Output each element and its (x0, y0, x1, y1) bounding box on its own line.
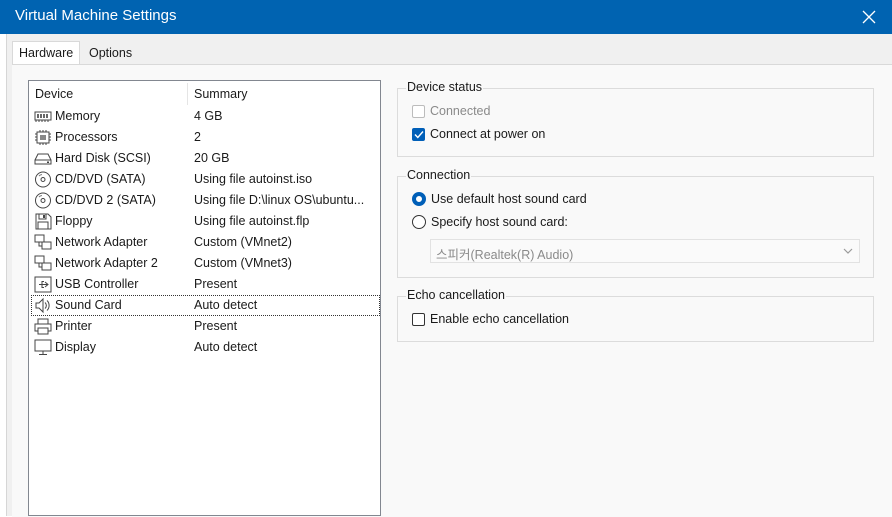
device-row-network-adapter-2[interactable]: Network Adapter 2 Custom (VMnet3) (31, 253, 380, 274)
tab-options-label: Options (89, 46, 133, 60)
hard-disk-icon (34, 153, 52, 165)
device-row-display[interactable]: Display Auto detect (31, 337, 380, 358)
echo-cancellation-title: Echo cancellation (406, 288, 506, 302)
connect-at-power-on-label: Connect at power on (430, 127, 546, 141)
close-button[interactable] (846, 0, 892, 34)
device-row-memory[interactable]: Memory 4 GB (31, 106, 380, 127)
use-default-radio[interactable] (412, 192, 426, 206)
device-name: Memory (55, 109, 101, 123)
device-name: Network Adapter (55, 235, 148, 249)
device-list-header: Device Summary (29, 81, 380, 107)
vm-settings-window: Virtual Machine Settings Hardware Option… (0, 0, 892, 517)
device-name: Printer (55, 319, 92, 333)
device-summary: Custom (VMnet3) (194, 256, 292, 270)
tab-hardware-label: Hardware (19, 46, 74, 60)
device-name: CD/DVD (SATA) (55, 172, 146, 186)
device-name: CD/DVD 2 (SATA) (55, 193, 156, 207)
connected-label: Connected (430, 104, 491, 118)
column-header-summary[interactable]: Summary (194, 87, 247, 101)
column-header-device[interactable]: Device (35, 87, 73, 101)
connected-checkbox-row[interactable]: Connected (412, 102, 490, 120)
device-summary: Custom (VMnet2) (194, 235, 292, 249)
chevron-down-icon (843, 248, 853, 254)
device-name: Floppy (55, 214, 93, 228)
processor-icon (35, 130, 51, 145)
device-row-processors[interactable]: Processors 2 (31, 127, 380, 148)
device-summary: 2 (194, 130, 201, 144)
checkmark-icon (413, 130, 424, 139)
device-name: USB Controller (55, 277, 139, 291)
floppy-icon (35, 213, 52, 230)
connected-checkbox[interactable] (412, 104, 425, 118)
host-sound-card-value: 스피커(Realtek(R) Audio) (436, 248, 574, 262)
enable-echo-cancellation-row[interactable]: Enable echo cancellation (412, 310, 569, 328)
sound-card-icon (35, 297, 50, 314)
device-row-usb-controller[interactable]: USB Controller Present (31, 274, 380, 295)
printer-icon (34, 318, 52, 335)
background-window-edge (0, 34, 7, 516)
device-name: Sound Card (55, 298, 122, 312)
network-adapter-icon (34, 234, 52, 250)
title-bar[interactable]: Virtual Machine Settings (0, 0, 892, 34)
connect-at-power-on-row[interactable]: Connect at power on (412, 125, 545, 143)
usb-controller-icon (34, 276, 52, 293)
connection-title: Connection (406, 168, 472, 182)
device-row-sound-card[interactable]: Sound Card Auto detect (31, 295, 380, 316)
specify-label: Specify host sound card: (431, 215, 568, 229)
device-row-hard-disk[interactable]: Hard Disk (SCSI) 20 GB (31, 148, 380, 169)
device-summary: Using file D:\linux OS\ubuntu... (194, 193, 365, 207)
device-summary: Auto detect (194, 298, 258, 312)
device-row-printer[interactable]: Printer Present (31, 316, 380, 337)
specify-host-sound-card-row[interactable]: Specify host sound card: (412, 213, 568, 231)
device-status-title: Device status (406, 80, 484, 94)
host-sound-card-select[interactable]: 스피커(Realtek(R) Audio) (430, 239, 860, 263)
cd-dvd-icon (35, 192, 51, 209)
device-name: Network Adapter 2 (55, 256, 158, 270)
device-summary: Present (194, 319, 238, 333)
device-status-group: Device status (397, 80, 874, 157)
use-default-label: Use default host sound card (431, 192, 587, 206)
device-name: Display (55, 340, 96, 354)
device-summary: Auto detect (194, 340, 258, 354)
window-title: Virtual Machine Settings (15, 7, 177, 24)
display-icon (34, 339, 52, 355)
cd-dvd-icon (35, 171, 51, 188)
device-name: Hard Disk (SCSI) (55, 151, 151, 165)
connect-at-power-on-checkbox[interactable] (412, 127, 425, 141)
specify-radio[interactable] (412, 215, 426, 229)
network-adapter-icon (34, 255, 52, 271)
device-summary: Using file autoinst.iso (194, 172, 313, 186)
column-separator[interactable] (187, 83, 188, 105)
close-icon (862, 10, 876, 24)
device-list[interactable]: Device Summary Memory 4 GB Processors 2 (28, 80, 381, 516)
device-row-cd-dvd[interactable]: CD/DVD (SATA) Using file autoinst.iso (31, 169, 380, 190)
device-summary: Using file autoinst.flp (194, 214, 310, 228)
enable-echo-cancellation-label: Enable echo cancellation (430, 312, 569, 326)
tab-hardware[interactable]: Hardware (12, 41, 81, 66)
device-summary: Present (194, 277, 238, 291)
device-row-cd-dvd-2[interactable]: CD/DVD 2 (SATA) Using file D:\linux OS\u… (31, 190, 380, 211)
enable-echo-cancellation-checkbox[interactable] (412, 312, 425, 326)
tab-options[interactable]: Options (83, 42, 138, 64)
use-default-host-sound-card-row[interactable]: Use default host sound card (412, 190, 587, 208)
device-row-network-adapter[interactable]: Network Adapter Custom (VMnet2) (31, 232, 380, 253)
device-summary: 4 GB (194, 109, 223, 123)
device-name: Processors (55, 130, 118, 144)
device-summary: 20 GB (194, 151, 230, 165)
device-row-floppy[interactable]: Floppy Using file autoinst.flp (31, 211, 380, 232)
memory-icon (34, 111, 52, 122)
